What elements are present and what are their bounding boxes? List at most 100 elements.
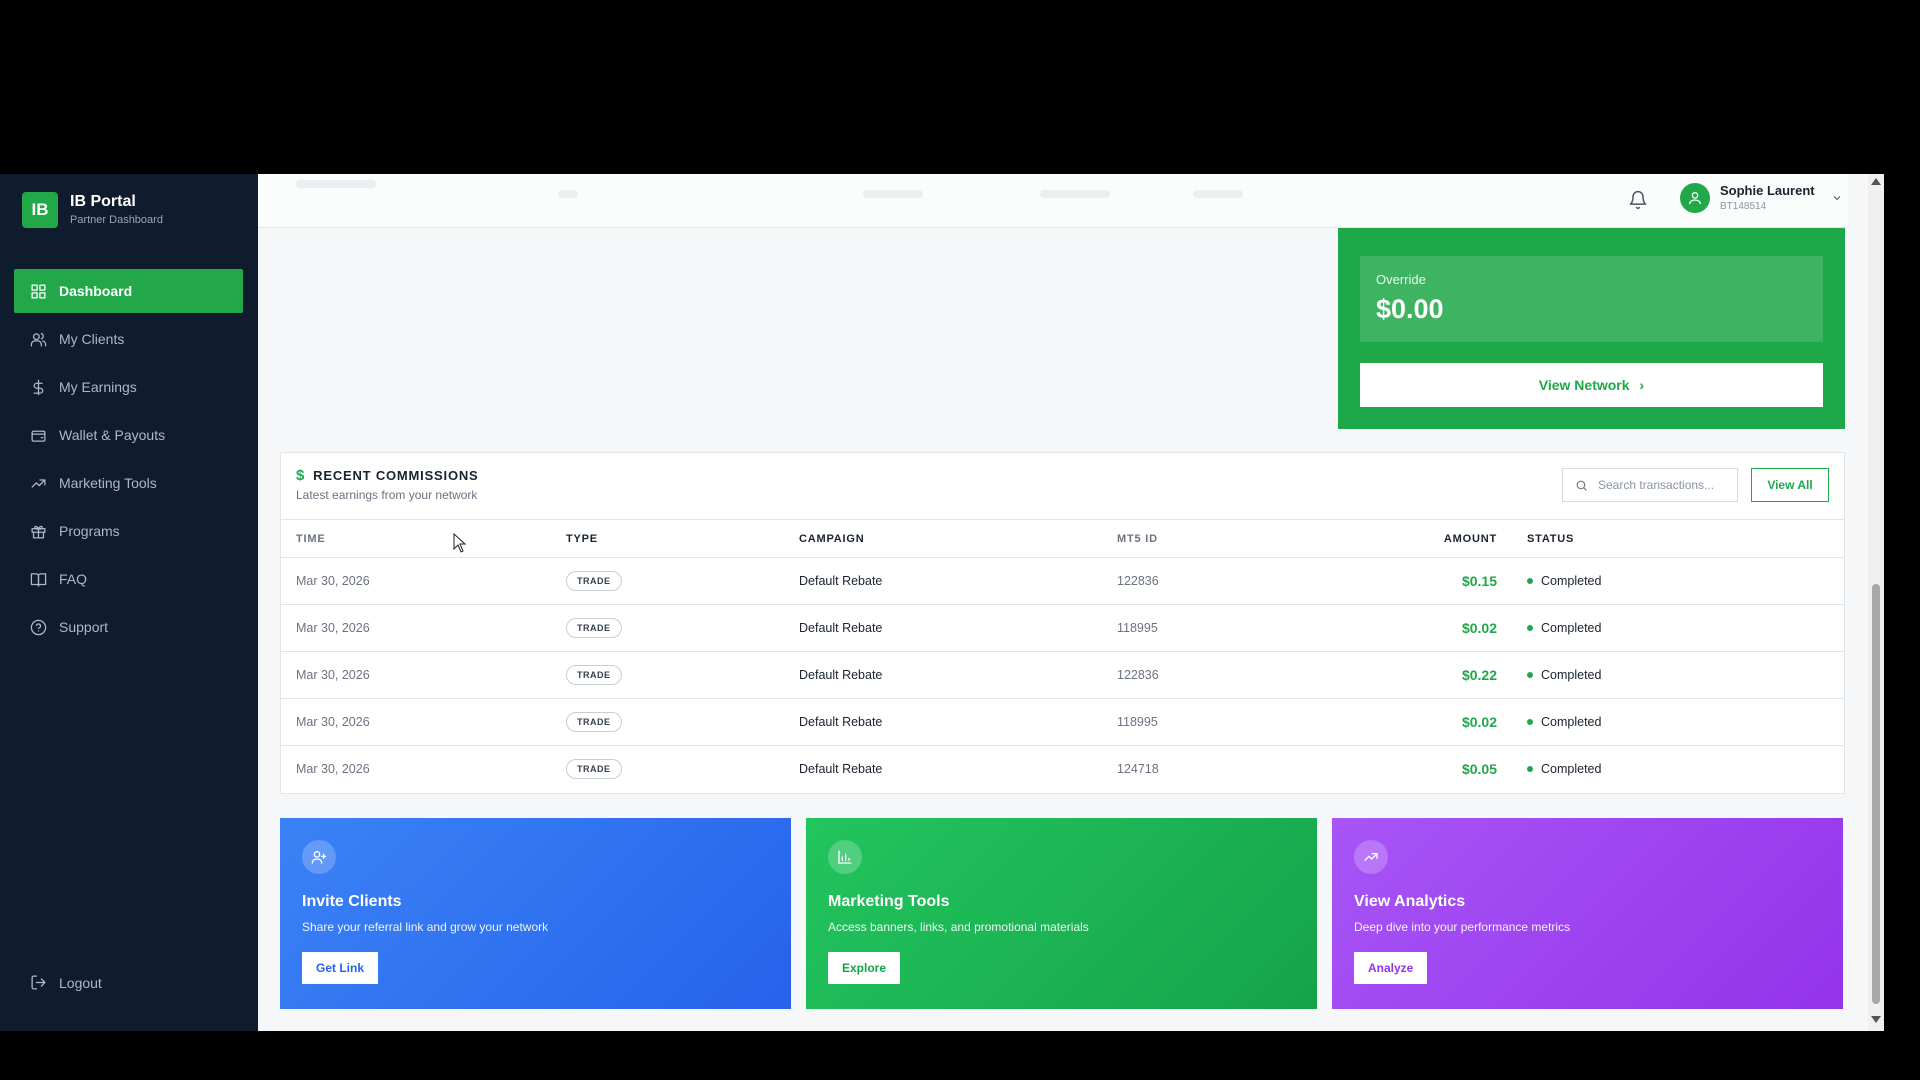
cell-amount: $0.02: [1327, 604, 1527, 652]
table-row[interactable]: Mar 30, 2026 TRADE Default Rebate 122836…: [281, 557, 1844, 605]
gift-icon: [31, 525, 46, 539]
chevron-right-icon: ›: [1639, 377, 1645, 393]
sidebar-item-faq[interactable]: FAQ: [14, 557, 243, 601]
sidebar: IB IB Portal Partner Dashboard Dashboard…: [0, 174, 258, 1031]
get-link-button[interactable]: Get Link: [302, 952, 379, 984]
sidebar-item-my-clients[interactable]: My Clients: [14, 317, 243, 361]
logout-button[interactable]: Logout: [30, 974, 102, 991]
status-label: Completed: [1541, 762, 1602, 777]
scroll-up-arrow-icon[interactable]: [1871, 178, 1881, 185]
cell-amount: $0.15: [1327, 557, 1527, 605]
view-network-button[interactable]: View Network ›: [1360, 363, 1823, 407]
status-badge: Completed: [1527, 762, 1844, 776]
scrollbar-thumb[interactable]: [1872, 584, 1880, 1004]
column-header-campaign[interactable]: CAMPAIGN: [799, 519, 1117, 558]
view-analytics-card: View Analytics Deep dive into your perfo…: [1332, 818, 1843, 1009]
view-network-label: View Network: [1538, 377, 1630, 393]
avatar: [1680, 183, 1710, 213]
column-header-status[interactable]: STATUS: [1527, 519, 1844, 558]
view-all-button[interactable]: View All: [1751, 468, 1829, 502]
column-header-amount[interactable]: AMOUNT: [1327, 519, 1527, 558]
status-badge: Completed: [1527, 715, 1844, 729]
sidebar-item-label: Dashboard: [59, 283, 133, 299]
cell-campaign: Default Rebate: [799, 698, 1117, 746]
brand-title: IB Portal: [70, 193, 136, 210]
help-circle-icon: [30, 619, 47, 635]
scroll-down-arrow-icon[interactable]: [1871, 1016, 1881, 1023]
cell-amount: $0.05: [1461, 761, 1497, 778]
status-dot-icon: [1527, 578, 1533, 584]
table-header-row: TIME TYPE CAMPAIGN MT5 ID AMOUNT STATUS: [281, 519, 1844, 558]
column-header-type[interactable]: TYPE: [566, 519, 799, 558]
marketing-tools-title: Marketing Tools: [828, 893, 950, 910]
vertical-scrollbar[interactable]: [1868, 174, 1884, 1031]
cell-mt5-id: 118995: [1117, 604, 1327, 652]
column-header-mt5-id[interactable]: MT5 ID: [1117, 519, 1327, 558]
cell-time: Mar 30, 2026: [281, 604, 566, 652]
cell-mt5-id: 118995: [1117, 698, 1327, 746]
status-label: Completed: [1541, 621, 1602, 635]
column-header-time[interactable]: TIME: [281, 519, 566, 558]
user-plus-icon: [302, 840, 336, 874]
status-dot-icon: [1527, 766, 1533, 773]
user-id: BT148514: [1720, 201, 1767, 212]
cell-campaign: Default Rebate: [799, 557, 1117, 605]
sidebar-item-programs[interactable]: Programs: [14, 509, 243, 553]
status-badge: Completed: [1527, 574, 1844, 588]
sidebar-item-label: My Clients: [59, 331, 125, 347]
sidebar-item-marketing-tools[interactable]: Marketing Tools: [14, 461, 243, 505]
cell-time: Mar 30, 2026: [296, 762, 370, 777]
app-window: IB IB Portal Partner Dashboard Dashboard…: [0, 174, 1868, 1031]
logout-label: Logout: [59, 974, 102, 991]
sidebar-item-label: Wallet & Payouts: [59, 427, 166, 443]
analyze-button[interactable]: Analyze: [1354, 952, 1428, 984]
search-icon: [1576, 480, 1587, 491]
commissions-subtitle: Latest earnings from your network: [296, 488, 478, 502]
dollar-icon: [33, 379, 44, 395]
sidebar-item-support[interactable]: Support: [14, 605, 243, 649]
cell-amount: $0.02: [1327, 698, 1527, 746]
sidebar-item-dashboard[interactable]: Dashboard: [14, 269, 243, 313]
view-analytics-title: View Analytics: [1354, 893, 1466, 910]
type-badge: TRADE: [566, 759, 622, 780]
brand[interactable]: IB IB Portal Partner Dashboard: [22, 192, 163, 228]
sidebar-item-label: Programs: [59, 523, 120, 539]
invite-clients-title: Invite Clients: [302, 893, 402, 910]
commissions-title-text: RECENT COMMISSIONS: [313, 468, 479, 483]
sidebar-item-wallet-payouts[interactable]: Wallet & Payouts: [14, 413, 243, 457]
status-dot-icon: [1527, 719, 1533, 725]
notifications-bell-icon[interactable]: [1628, 190, 1648, 210]
dollar-icon: $: [296, 467, 306, 484]
sidebar-item-my-earnings[interactable]: My Earnings: [14, 365, 243, 409]
status-label: Completed: [1541, 574, 1602, 588]
cell-campaign: Default Rebate: [799, 604, 1117, 652]
cell-time: Mar 30, 2026: [281, 698, 566, 746]
view-analytics-desc: Deep dive into your performance metrics: [1354, 920, 1571, 934]
user-menu[interactable]: Sophie Laurent BT148514: [1680, 182, 1843, 214]
commissions-title: $ RECENT COMMISSIONS: [296, 467, 479, 484]
table-row[interactable]: Mar 30, 2026 TRADE Default Rebate 122836…: [281, 651, 1844, 699]
logout-icon: [31, 975, 46, 990]
search-input[interactable]: [1598, 478, 1728, 492]
cell-time: Mar 30, 2026: [281, 557, 566, 605]
table-row[interactable]: Mar 30, 2026 TRADE Default Rebate 118995…: [281, 698, 1844, 746]
table-row[interactable]: Mar 30, 2026 TRADE Default Rebate 124718…: [281, 746, 1844, 793]
book-icon: [30, 572, 47, 587]
type-badge: TRADE: [566, 618, 622, 638]
cell-time: Mar 30, 2026: [281, 651, 566, 699]
sidebar-nav: Dashboard My Clients My Earnings Wallet …: [14, 269, 243, 653]
sidebar-item-label: My Earnings: [59, 379, 137, 395]
search-box[interactable]: [1562, 468, 1738, 502]
cell-campaign: Default Rebate: [799, 651, 1117, 699]
status-label: Completed: [1541, 668, 1602, 682]
sidebar-item-label: Support: [59, 619, 109, 635]
table-row[interactable]: Mar 30, 2026 TRADE Default Rebate 118995…: [281, 604, 1844, 652]
recent-commissions-card: $ RECENT COMMISSIONS Latest earnings fro…: [280, 452, 1845, 794]
override-panel: Override $0.00: [1360, 256, 1823, 342]
brand-logo: IB: [22, 192, 58, 228]
topbar: Sophie Laurent BT148514: [258, 174, 1848, 228]
explore-button[interactable]: Explore: [828, 952, 901, 984]
commissions-table: TIME TYPE CAMPAIGN MT5 ID AMOUNT STATUS …: [281, 519, 1844, 793]
type-badge: TRADE: [566, 712, 622, 732]
wallet-icon: [31, 430, 46, 442]
